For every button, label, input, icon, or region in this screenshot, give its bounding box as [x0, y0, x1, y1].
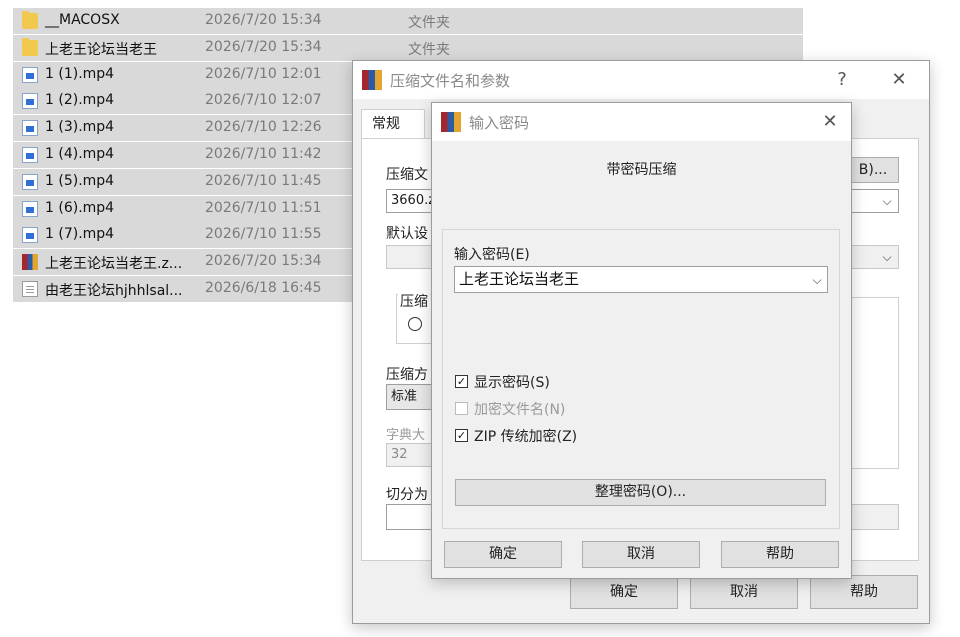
archive-ok-button[interactable]: 确定 [570, 575, 678, 609]
archive-cancel-button[interactable]: 取消 [690, 575, 798, 609]
encrypt-file-names-checkbox[interactable] [455, 402, 468, 415]
compression-method-label: 压缩方 [386, 367, 428, 383]
file-row[interactable]: 由老王论坛hjhhlsal... 2026/6/18 16:45 [13, 276, 353, 302]
folder-icon [22, 11, 38, 29]
help-question-button[interactable]: ? [826, 65, 858, 95]
chevron-down-icon[interactable]: ⌵ [810, 273, 824, 287]
archive-dialog-title: 压缩文件名和参数 [390, 72, 511, 90]
file-name: 1 (3).mp4 [45, 119, 115, 136]
password-dialog-title: 输入密码 [469, 114, 530, 132]
password-label: 输入密码(E) [454, 247, 530, 263]
winrar-icon [362, 70, 382, 90]
archive-name-value: 3660.z [391, 193, 436, 208]
file-type: 文件夹 [408, 41, 450, 58]
archive-name-label: 压缩文 [386, 167, 428, 183]
dictionary-size-value: 32 [391, 447, 408, 462]
file-row[interactable]: 1 (6).mp4 2026/7/10 11:51 [13, 195, 353, 222]
file-row[interactable]: 1 (5).mp4 2026/7/10 11:45 [13, 168, 353, 195]
password-heading: 带密码压缩 [606, 162, 677, 178]
file-name: 上老王论坛当老王.z... [45, 256, 183, 273]
video-file-icon [22, 120, 38, 137]
organize-passwords-button[interactable]: 整理密码(O)... [455, 479, 826, 506]
file-date: 2026/7/10 12:26 [205, 119, 322, 136]
video-file-icon [22, 173, 38, 190]
password-dialog-titlebar[interactable]: 输入密码 ✕ [432, 103, 851, 141]
file-row[interactable]: 1 (4).mp4 2026/7/10 11:42 [13, 142, 353, 168]
password-value: 上老王论坛当老王 [459, 270, 580, 288]
file-name: 1 (1).mp4 [45, 65, 115, 82]
video-file-icon [22, 66, 38, 83]
file-date: 2026/7/10 12:07 [205, 92, 322, 109]
winrar-archive-icon [22, 254, 38, 271]
video-file-icon [22, 147, 38, 163]
password-input[interactable]: 上老王论坛当老王 [454, 266, 828, 293]
file-date: 2026/6/18 16:45 [205, 280, 322, 296]
format-radio[interactable] [408, 317, 422, 331]
file-row[interactable]: 1 (2).mp4 2026/7/10 12:07 [13, 88, 353, 115]
file-date: 2026/7/10 12:01 [205, 65, 322, 82]
file-row[interactable]: 上老王论坛当老王.z... 2026/7/20 15:34 [13, 249, 353, 276]
file-name: 1 (7).mp4 [45, 226, 115, 243]
file-name: __MACOSX [45, 12, 120, 28]
file-date: 2026/7/10 11:55 [205, 226, 322, 243]
show-password-checkbox[interactable]: ✓ [455, 375, 468, 388]
password-ok-button[interactable]: 确定 [444, 541, 562, 568]
file-name: 1 (4).mp4 [45, 146, 115, 162]
text-file-icon [22, 281, 38, 297]
file-name: 由老王论坛hjhhlsal... [45, 283, 183, 299]
dictionary-size-label: 字典大 [386, 428, 426, 443]
tab-general[interactable]: 常规 [361, 109, 425, 139]
archive-dialog-titlebar[interactable]: 压缩文件名和参数 ? ✕ [353, 61, 929, 99]
file-name: 1 (5).mp4 [45, 172, 115, 189]
file-row[interactable]: __MACOSX 2026/7/20 15:34 文件夹 [13, 8, 803, 34]
file-date: 2026/7/10 11:45 [205, 172, 322, 189]
close-icon[interactable]: ✕ [814, 107, 846, 137]
password-cancel-button[interactable]: 取消 [582, 541, 700, 568]
file-name: 1 (6).mp4 [45, 199, 115, 216]
password-help-button[interactable]: 帮助 [721, 541, 839, 568]
file-date: 2026/7/10 11:42 [205, 146, 322, 162]
video-file-icon [22, 227, 38, 244]
winrar-icon [441, 112, 461, 132]
file-row[interactable]: 1 (3).mp4 2026/7/10 12:26 [13, 115, 353, 142]
zip-legacy-encryption-checkbox[interactable]: ✓ [455, 429, 468, 442]
video-file-icon [22, 93, 38, 110]
chevron-down-icon[interactable]: ⌵ [880, 250, 894, 264]
file-date: 2026/7/20 15:34 [205, 12, 322, 28]
chevron-down-icon[interactable]: ⌵ [880, 194, 894, 208]
file-type: 文件夹 [408, 15, 450, 31]
file-date: 2026/7/10 11:51 [205, 199, 322, 216]
video-file-icon [22, 200, 38, 217]
show-password-label: 显示密码(S) [474, 375, 550, 391]
file-row[interactable]: 1 (7).mp4 2026/7/10 11:55 [13, 222, 353, 249]
file-row[interactable]: 上老王论坛当老王 2026/7/20 15:34 文件夹 [13, 34, 803, 61]
folder-icon [22, 37, 38, 56]
enter-password-dialog: 输入密码 ✕ 带密码压缩 输入密码(E) 上老王论坛当老王 ⌵ ✓ 显示密码(S… [431, 102, 852, 579]
encrypt-file-names-label: 加密文件名(N) [474, 402, 566, 418]
browse-button[interactable]: B)... [847, 157, 899, 183]
archive-help-button[interactable]: 帮助 [810, 575, 918, 609]
archive-format-label: 压缩 [398, 291, 430, 311]
file-date: 2026/7/20 15:34 [205, 38, 322, 55]
file-name: 上老王论坛当老王 [45, 41, 157, 58]
zip-legacy-encryption-label: ZIP 传统加密(Z) [474, 429, 578, 445]
default-profile-label: 默认设 [386, 226, 428, 242]
file-row[interactable]: 1 (1).mp4 2026/7/10 12:01 [13, 61, 353, 88]
file-name: 1 (2).mp4 [45, 92, 115, 109]
split-volumes-label: 切分为 [386, 487, 428, 503]
close-icon[interactable]: ✕ [883, 65, 915, 95]
file-date: 2026/7/20 15:34 [205, 253, 322, 270]
compression-method-value: 标准 [391, 389, 418, 404]
